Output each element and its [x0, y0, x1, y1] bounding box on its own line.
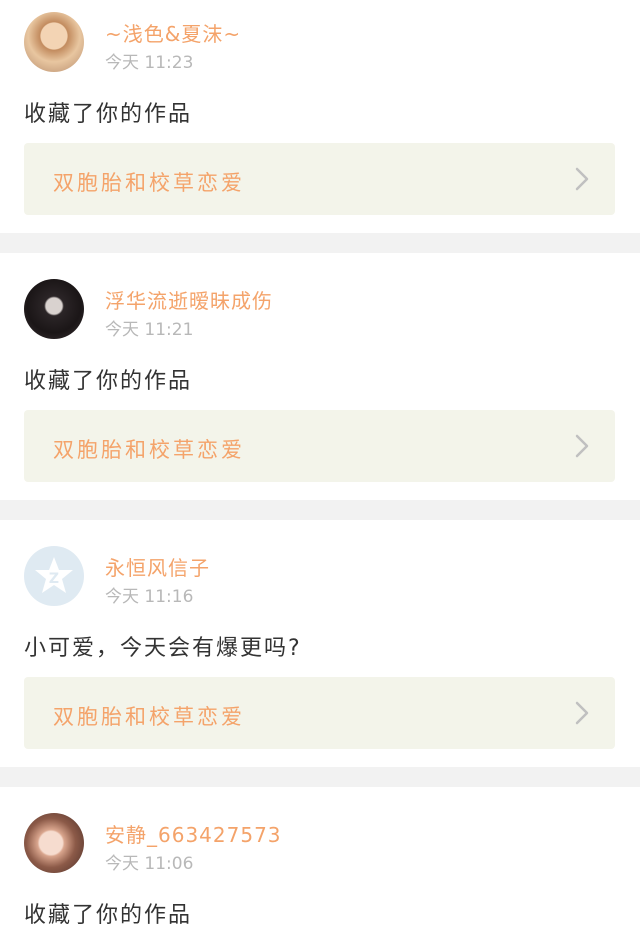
notification-message: 收藏了你的作品 [24, 903, 193, 926]
user-avatar[interactable] [24, 279, 84, 339]
svg-text:Z: Z [49, 571, 59, 587]
work-link-button[interactable]: 双胞胎和校草恋爱 [24, 143, 615, 215]
qq-default-avatar-icon: Z [35, 557, 73, 593]
work-title: 双胞胎和校草恋爱 [53, 705, 245, 729]
work-title: 双胞胎和校草恋爱 [53, 438, 245, 462]
user-avatar[interactable] [24, 813, 84, 873]
notification-card: 安静_663427573 今天 11:06 收藏了你的作品 [0, 787, 640, 926]
timestamp: 今天 11:06 [105, 854, 194, 874]
work-link-button[interactable]: 双胞胎和校草恋爱 [24, 410, 615, 482]
username[interactable]: 永恒风信子 [105, 552, 210, 581]
notification-message: 小可爱，今天会有爆更吗? [24, 636, 302, 661]
work-link-button[interactable]: 双胞胎和校草恋爱 [24, 677, 615, 749]
user-avatar[interactable] [24, 12, 84, 72]
user-avatar[interactable]: Z [24, 546, 84, 606]
notification-message: 收藏了你的作品 [24, 369, 193, 394]
notification-card: Z 永恒风信子 今天 11:16 小可爱，今天会有爆更吗? 双胞胎和校草恋爱 [0, 520, 640, 767]
chevron-right-icon [575, 167, 589, 191]
notification-message: 收藏了你的作品 [24, 102, 193, 127]
notification-card: 浮华流逝暧昧成伤 今天 11:21 收藏了你的作品 双胞胎和校草恋爱 [0, 253, 640, 500]
timestamp: 今天 11:21 [105, 320, 194, 340]
timestamp: 今天 11:23 [105, 53, 194, 73]
username[interactable]: 浮华流逝暧昧成伤 [105, 285, 273, 314]
chevron-right-icon [575, 701, 589, 725]
chevron-right-icon [575, 434, 589, 458]
username[interactable]: ~浅色&夏沫~ [105, 18, 241, 47]
work-title: 双胞胎和校草恋爱 [53, 171, 245, 195]
notification-card: ~浅色&夏沫~ 今天 11:23 收藏了你的作品 双胞胎和校草恋爱 [0, 0, 640, 233]
notification-feed: ~浅色&夏沫~ 今天 11:23 收藏了你的作品 双胞胎和校草恋爱 浮华流逝暧昧… [0, 0, 640, 926]
username[interactable]: 安静_663427573 [105, 819, 282, 848]
timestamp: 今天 11:16 [105, 587, 194, 607]
